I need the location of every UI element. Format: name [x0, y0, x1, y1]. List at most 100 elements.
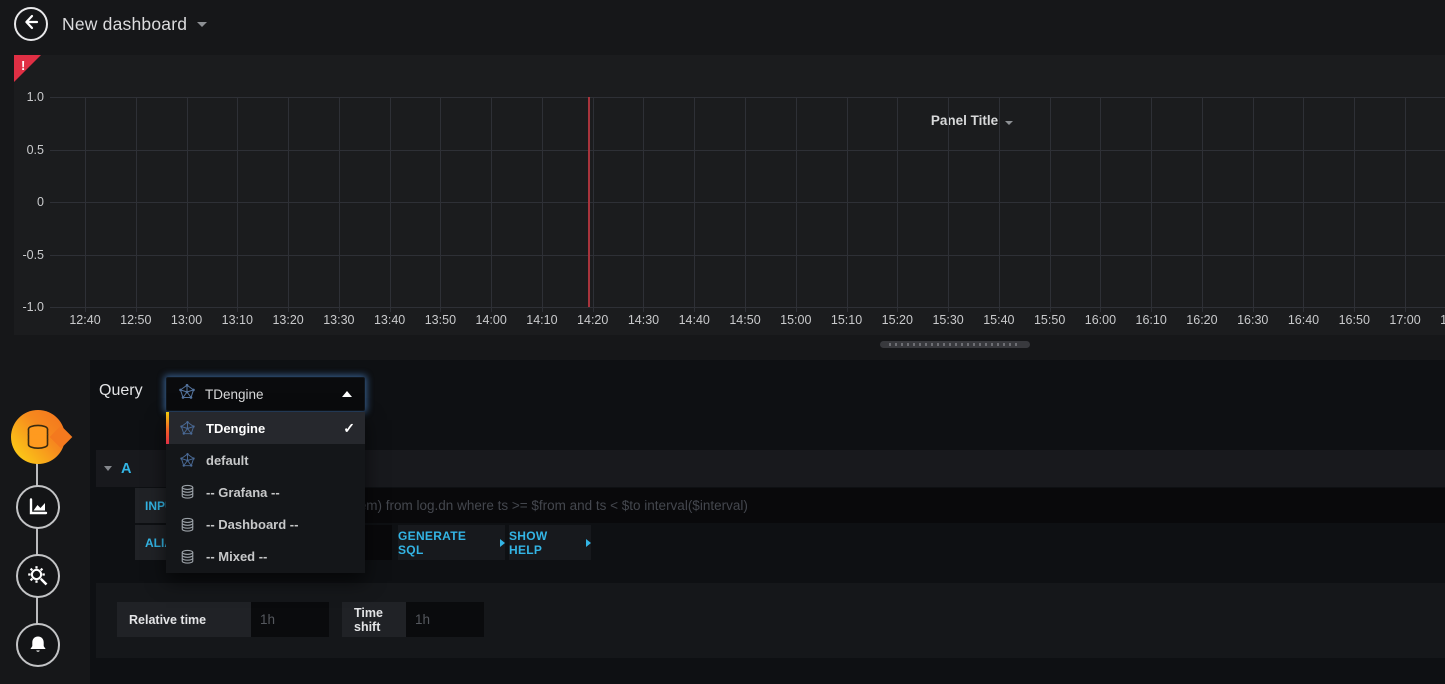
x-gridline: [440, 97, 441, 312]
x-axis-tick-label: 16:10: [1128, 313, 1174, 327]
relative-time-label: Relative time: [117, 602, 251, 637]
x-axis-tick-label: 14:00: [468, 313, 514, 327]
database-icon: [180, 484, 195, 500]
y-gridline: [50, 97, 1445, 98]
generate-sql-button[interactable]: GENERATE SQL: [398, 525, 505, 560]
x-axis-tick-label: 15:10: [824, 313, 870, 327]
dashboard-title-dropdown[interactable]: New dashboard: [62, 0, 207, 48]
datasource-option[interactable]: -- Grafana --: [166, 476, 365, 508]
datasource-option[interactable]: TDengine ✓: [166, 412, 365, 444]
grafana-dashboard-page: New dashboard ! Panel Title 1.00.50-0.5-…: [0, 0, 1445, 684]
x-axis-tick-label: 14:20: [570, 313, 616, 327]
tab-visualization[interactable]: [16, 485, 60, 529]
panel-title-menu[interactable]: Panel Title: [872, 113, 1072, 131]
y-axis-tick-label: -1.0: [14, 300, 44, 314]
x-gridline: [1253, 97, 1254, 312]
x-gridline: [1050, 97, 1051, 312]
x-axis-tick-label: 15:20: [874, 313, 920, 327]
datasource-option[interactable]: -- Mixed --: [166, 541, 365, 573]
query-ref-letter[interactable]: A: [121, 461, 131, 477]
x-axis-tick-label: 13:10: [214, 313, 260, 327]
x-axis-tick-label: 12:50: [113, 313, 159, 327]
x-gridline: [1354, 97, 1355, 312]
x-axis-tick-label: 13:00: [164, 313, 210, 327]
tdengine-logo-icon: [180, 421, 195, 436]
graph-panel: ! Panel Title 1.00.50-0.5-1.012:4012:501…: [14, 55, 1445, 335]
y-axis-tick-label: 0.5: [14, 143, 44, 157]
arrow-left-icon: [22, 13, 40, 36]
x-gridline: [694, 97, 695, 312]
relative-time-field[interactable]: 1h: [251, 602, 329, 637]
x-axis-tick-label: 16:20: [1179, 313, 1225, 327]
database-icon: [180, 517, 195, 533]
x-axis-tick-label: 15:00: [773, 313, 819, 327]
datasource-option-label: -- Grafana --: [206, 485, 280, 500]
x-gridline: [1100, 97, 1101, 312]
x-gridline: [187, 97, 188, 312]
collapse-caret-icon[interactable]: [104, 466, 112, 471]
x-gridline: [897, 97, 898, 312]
panel-error-corner[interactable]: [14, 55, 41, 82]
back-button[interactable]: [14, 7, 48, 41]
x-gridline: [796, 97, 797, 312]
datasource-option[interactable]: -- Dashboard --: [166, 509, 365, 541]
tab-queries[interactable]: [11, 410, 65, 464]
x-gridline: [1151, 97, 1152, 312]
y-axis-tick-label: 1.0: [14, 90, 44, 104]
show-help-label: SHOW HELP: [509, 529, 581, 557]
x-axis-tick-label: 15:30: [925, 313, 971, 327]
x-axis-tick-label: 13:30: [316, 313, 362, 327]
bell-icon: [26, 633, 50, 657]
x-axis-tick-label: 16:40: [1280, 313, 1326, 327]
x-axis-tick-label: 15:50: [1027, 313, 1073, 327]
gear-icon: [25, 563, 51, 589]
database-icon: [180, 549, 195, 565]
tab-rail-connector: [36, 437, 38, 645]
generate-sql-label: GENERATE SQL: [398, 529, 495, 557]
error-exclamation-icon: !: [21, 58, 25, 73]
annotation-vline: [588, 97, 590, 307]
datasource-option-label: -- Mixed --: [206, 549, 267, 564]
datasource-option-label: default: [206, 453, 249, 468]
check-icon: ✓: [343, 420, 355, 437]
x-gridline: [1202, 97, 1203, 312]
x-axis-tick-label: 17:10: [1433, 313, 1445, 327]
tab-general[interactable]: [16, 554, 60, 598]
time-shift-placeholder: 1h: [415, 612, 430, 627]
chart-icon: [26, 495, 50, 519]
input-sql-field[interactable]: select avg(mem_system) from log.dn where…: [223, 488, 1445, 523]
tab-alert[interactable]: [16, 623, 60, 667]
datasource-dropdown-menu: TDengine ✓ default -- Grafana -- -- Dashboar…: [166, 412, 365, 573]
x-gridline: [237, 97, 238, 312]
x-axis-tick-label: 15:40: [976, 313, 1022, 327]
show-help-button[interactable]: SHOW HELP: [509, 525, 591, 560]
panel-resize-handle[interactable]: [880, 341, 1030, 348]
chevron-up-icon: [342, 391, 352, 397]
chevron-down-icon: [197, 22, 207, 27]
drag-dots-icon: [889, 343, 1021, 346]
x-gridline: [136, 97, 137, 312]
x-gridline: [288, 97, 289, 312]
x-axis-tick-label: 14:50: [722, 313, 768, 327]
y-gridline: [50, 307, 1445, 308]
datasource-select[interactable]: TDengine: [166, 377, 365, 411]
time-shift-label: Time shift: [342, 602, 406, 637]
x-gridline: [339, 97, 340, 312]
time-options-section: Relative time 1h Time shift 1h: [96, 583, 1445, 658]
y-gridline: [50, 255, 1445, 256]
x-gridline: [1405, 97, 1406, 312]
y-axis-tick-label: -0.5: [14, 248, 44, 262]
dashboard-title: New dashboard: [62, 14, 187, 35]
x-axis-tick-label: 16:00: [1077, 313, 1123, 327]
x-gridline: [999, 97, 1000, 312]
chevron-down-icon: [1005, 121, 1013, 125]
query-editor-pane: Query TDengine TDengine✓default-- Grafan…: [90, 360, 1445, 684]
x-axis-tick-label: 14:40: [671, 313, 717, 327]
x-axis-tick-label: 12:40: [62, 313, 108, 327]
time-shift-field[interactable]: 1h: [406, 602, 484, 637]
triangle-right-icon: [500, 539, 505, 547]
tdengine-logo-icon: [180, 453, 195, 468]
x-gridline: [1303, 97, 1304, 312]
datasource-option-label: TDengine: [206, 421, 265, 436]
datasource-option[interactable]: default: [166, 444, 365, 476]
